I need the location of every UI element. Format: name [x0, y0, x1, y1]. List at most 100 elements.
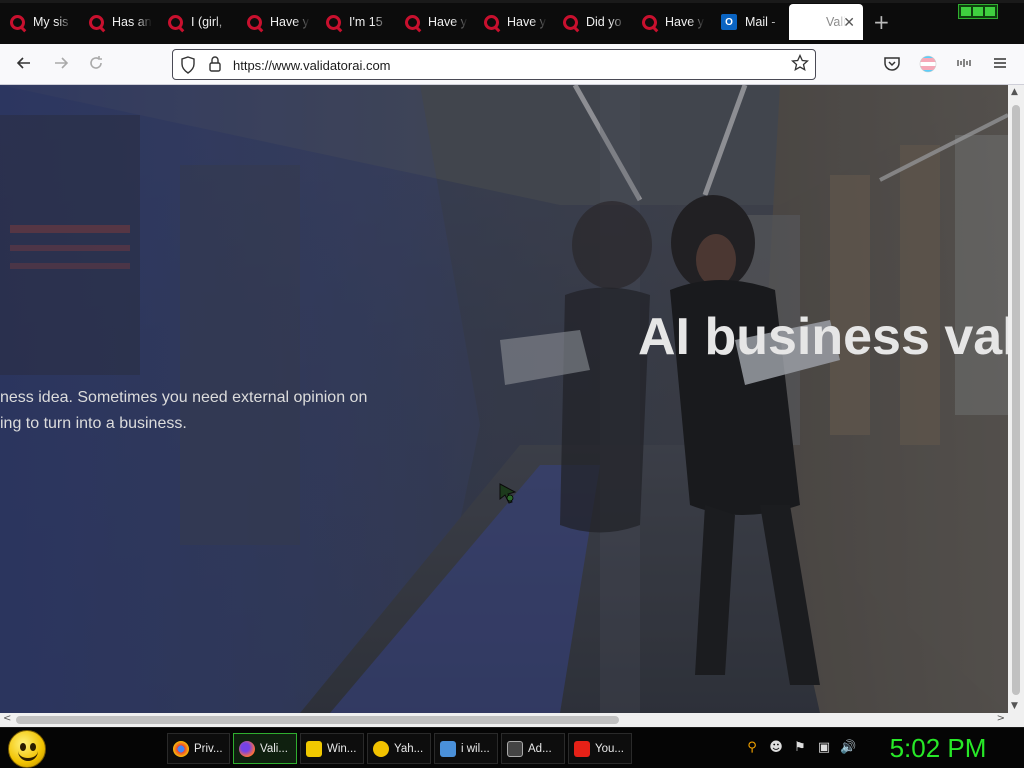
- start-button-smiley-icon[interactable]: [8, 730, 46, 768]
- horizontal-scroll-thumb[interactable]: [16, 716, 619, 724]
- extension-button[interactable]: [953, 54, 975, 76]
- new-tab-button[interactable]: +: [873, 10, 890, 34]
- menu-button[interactable]: [989, 54, 1011, 76]
- messenger-tray-icon[interactable]: ☻: [768, 740, 784, 756]
- taskbar-clock[interactable]: 5:02 PM: [878, 732, 998, 764]
- hero-title: AI business val: [638, 308, 1008, 366]
- scrollbar-corner: [1008, 713, 1024, 727]
- taskbar-item-firefox[interactable]: Vali...: [233, 733, 297, 764]
- hamburger-menu-icon: [994, 58, 1006, 68]
- tab-label: Has an: [112, 15, 152, 29]
- tab-quora-9[interactable]: Have y: [632, 4, 710, 40]
- cmd-icon: [507, 740, 523, 757]
- account-button[interactable]: [917, 54, 939, 76]
- hero-section: AI business val ness idea. Sometimes you…: [0, 85, 1008, 713]
- hero-description-line-1: ness idea. Sometimes you need external o…: [0, 389, 368, 406]
- forward-arrow-icon: [55, 57, 69, 69]
- taskbar-item-youtube[interactable]: You...: [568, 733, 632, 764]
- navigation-bar: [0, 44, 1024, 85]
- address-bar[interactable]: [172, 49, 816, 80]
- mouse-cursor-icon: [499, 483, 517, 504]
- tab-quora-3[interactable]: I (girl,: [158, 4, 236, 40]
- vertical-scrollbar[interactable]: ▲ ▼: [1008, 85, 1024, 713]
- scroll-down-arrow-icon[interactable]: ▼: [1011, 701, 1018, 711]
- taskbar-item-cmd[interactable]: Ad...: [501, 733, 565, 764]
- forward-button[interactable]: [50, 54, 72, 76]
- taskbar-item-image[interactable]: i wil...: [434, 733, 498, 764]
- tab-label: Have y: [270, 15, 309, 29]
- scroll-left-arrow-icon[interactable]: <: [3, 713, 11, 724]
- tab-quora-5[interactable]: I'm 15: [316, 4, 394, 40]
- hero-description-line-2: ing to turn into a business.: [0, 415, 187, 432]
- picture-icon: [440, 740, 456, 757]
- tab-label: Have y: [665, 15, 704, 29]
- lock-icon[interactable]: [208, 55, 222, 77]
- tab-validatorai[interactable]: Vali ✕: [789, 4, 863, 40]
- tracking-shield-icon[interactable]: [180, 56, 196, 78]
- url-input[interactable]: [233, 55, 773, 75]
- tab-label: Have y: [428, 15, 467, 29]
- vertical-scroll-thumb[interactable]: [1012, 105, 1020, 695]
- action-center-flag-icon[interactable]: ⚑: [792, 740, 808, 756]
- back-button[interactable]: [13, 54, 35, 76]
- page-viewport: AI business val ness idea. Sometimes you…: [0, 85, 1008, 713]
- tab-label: Have y: [507, 15, 546, 29]
- taskbar-item-label: Win...: [327, 742, 357, 755]
- horizontal-scrollbar[interactable]: < >: [0, 713, 1008, 727]
- taskbar: Priv... Vali... Win... Yah... i wil... A…: [0, 727, 1024, 768]
- tab-quora-7[interactable]: Have y: [474, 4, 552, 40]
- firefox-icon: [239, 740, 255, 757]
- quora-icon: [247, 14, 262, 30]
- hero-description: ness idea. Sometimes you need external o…: [0, 385, 380, 437]
- tab-quora-4[interactable]: Have y: [237, 4, 315, 40]
- scroll-up-arrow-icon[interactable]: ▲: [1011, 87, 1018, 97]
- folder-icon: [306, 740, 322, 757]
- reload-icon: [90, 56, 102, 69]
- network-icon[interactable]: ▣: [816, 740, 832, 756]
- quora-icon: [563, 14, 578, 30]
- quora-icon: [484, 14, 499, 30]
- tab-quora-1[interactable]: My sis: [0, 4, 78, 40]
- taskbar-item-yahoo[interactable]: Yah...: [367, 733, 431, 764]
- taskbar-item-chrome[interactable]: Priv...: [167, 733, 230, 764]
- smiley-eye: [20, 743, 26, 751]
- tab-label: My sis: [33, 15, 69, 29]
- close-tab-icon[interactable]: ✕: [843, 14, 855, 31]
- taskbar-item-label: Yah...: [394, 742, 424, 755]
- chrome-icon: [173, 740, 189, 757]
- volume-icon[interactable]: 🔊: [840, 740, 856, 756]
- pocket-button[interactable]: [881, 54, 903, 76]
- quora-icon: [326, 14, 341, 30]
- taskbar-item-label: You...: [595, 742, 624, 755]
- tab-quora-8[interactable]: Did yo: [553, 4, 631, 40]
- taskbar-item-label: i wil...: [461, 742, 490, 755]
- taskbar-item-label: Vali...: [260, 742, 288, 755]
- extension-icon: [957, 59, 971, 67]
- tab-quora-2[interactable]: Has an: [79, 4, 157, 40]
- tab-quora-6[interactable]: Have y: [395, 4, 473, 40]
- taskbar-item-label: Ad...: [528, 742, 552, 755]
- quora-icon: [642, 14, 657, 30]
- outlook-icon: O: [721, 14, 737, 30]
- smiley-eye: [30, 743, 36, 751]
- taskbar-item-explorer[interactable]: Win...: [300, 733, 364, 764]
- quora-icon: [10, 14, 25, 30]
- taskbar-item-label: Priv...: [194, 742, 223, 755]
- reload-button[interactable]: [85, 54, 107, 76]
- search-tray-icon[interactable]: ⚲: [744, 740, 760, 756]
- youtube-icon: [574, 740, 590, 757]
- scroll-right-arrow-icon[interactable]: >: [997, 713, 1005, 724]
- quora-icon: [405, 14, 420, 30]
- back-arrow-icon: [16, 57, 30, 69]
- tab-mail[interactable]: O Mail -: [711, 4, 789, 40]
- smiley-mouth: [18, 751, 38, 761]
- tab-strip: My sis Has an I (girl, Have y I'm 15 Hav…: [0, 0, 1024, 44]
- tab-strip-border: [0, 0, 1024, 3]
- bookmark-star-icon[interactable]: [790, 53, 810, 77]
- system-tray: ⚲ ☻ ⚑ ▣ 🔊: [744, 740, 856, 756]
- pocket-icon: [884, 57, 900, 71]
- window-meter-icon: [958, 4, 998, 19]
- quora-icon: [168, 14, 183, 30]
- tab-label: I'm 15: [349, 15, 383, 29]
- yahoo-messenger-icon: [373, 740, 389, 757]
